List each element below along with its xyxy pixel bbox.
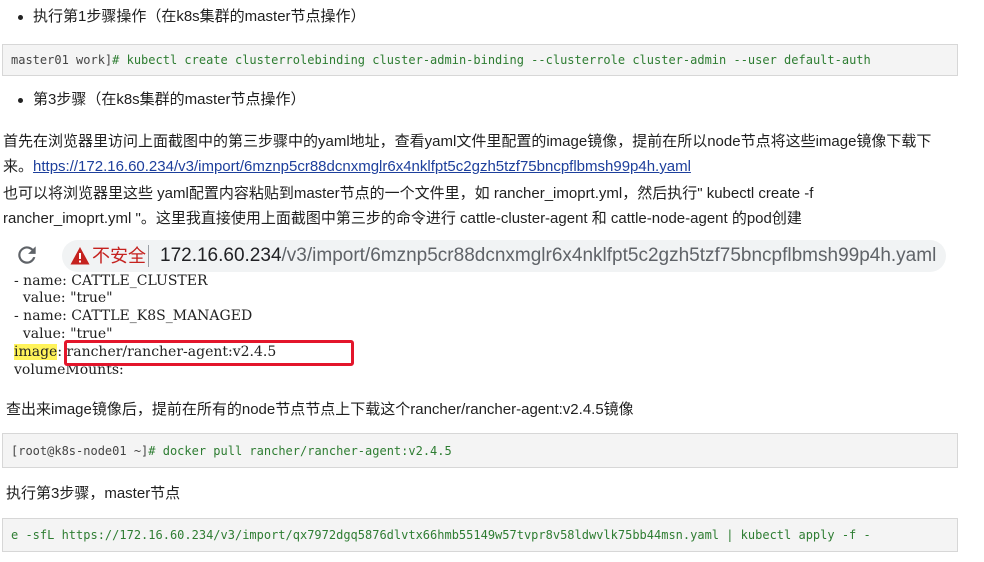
code-prompt: [root@k8s-node01 ~]: [11, 443, 149, 458]
paragraph-line1: 首先在浏览器里访问上面截图中的第三步骤中的yaml地址，查看yaml文件里配置的…: [3, 133, 932, 150]
code-command: # docker pull rancher/rancher-agent:v2.4…: [148, 443, 452, 458]
code-block-docker-pull[interactable]: [root@k8s-node01 ~] # docker pull rancher…: [2, 433, 958, 468]
warning-icon: [70, 247, 90, 265]
bullet-step1-text: 执行第1步骤操作（在k8s集群的master节点操作）: [33, 8, 366, 25]
code-block-kubectl-apply[interactable]: e -sfL https://172.16.60.234/v3/import/q…: [2, 518, 958, 552]
browser-screenshot: 不安全 172.16.60.234/v3/import/6mznp5cr88dc…: [0, 236, 960, 388]
paragraph-line4: rancher_imoprt.yml "。这里我直接使用上面截图中第三步的命令进…: [3, 210, 802, 227]
url-host: 172.16.60.234: [160, 245, 282, 266]
bullet-step3-text: 第3步骤（在k8s集群的master节点操作）: [33, 91, 306, 108]
bullet-dot: [18, 14, 23, 20]
code-command: # kubectl create clusterrolebinding clus…: [112, 53, 871, 67]
reload-icon: [18, 246, 36, 264]
bullet-step1: 执行第1步骤操作（在k8s集群的master节点操作）: [18, 7, 366, 27]
yaml-line: - name: CATTLE_CLUSTER: [14, 273, 208, 289]
note-download-image: 查出来image镜像后，提前在所有的node节点节点上下载这个rancher/r…: [6, 401, 634, 418]
yaml-import-link[interactable]: https://172.16.60.234/v3/import/6mznp5cr…: [33, 158, 691, 175]
code-command: e -sfL https://172.16.60.234/v3/import/q…: [11, 528, 871, 542]
url-separator: [148, 245, 149, 267]
note-step3-master: 执行第3步骤，master节点: [6, 485, 181, 502]
highlight-box: [64, 340, 354, 366]
paragraph-line2-prefix: 来。: [3, 158, 34, 175]
bullet-dot: [18, 97, 23, 103]
url-text: 172.16.60.234/v3/import/6mznp5cr88dcnxmg…: [160, 243, 936, 269]
yaml-line: - name: CATTLE_K8S_MANAGED: [14, 308, 253, 324]
code-block-clusterrolebinding[interactable]: master01 work] # kubectl create clusterro…: [2, 44, 958, 76]
code-prompt: master01 work]: [11, 53, 113, 67]
paragraph-line3: 也可以将浏览器里这些 yaml配置内容粘贴到master节点的一个文件里，如 r…: [3, 185, 814, 202]
url-path: /v3/import/6mznp5cr88dcnxmglr6x4nklfpt5c…: [281, 245, 937, 266]
security-status: 不安全: [92, 246, 146, 266]
yaml-image-key: image: [14, 344, 58, 360]
bullet-step3: 第3步骤（在k8s集群的master节点操作）: [18, 90, 306, 110]
address-bar[interactable]: 不安全 172.16.60.234/v3/import/6mznp5cr88dc…: [62, 240, 946, 272]
paragraph-line2: 来。https://172.16.60.234/v3/import/6mznp5…: [3, 157, 691, 177]
yaml-line: value: "true": [14, 290, 113, 306]
